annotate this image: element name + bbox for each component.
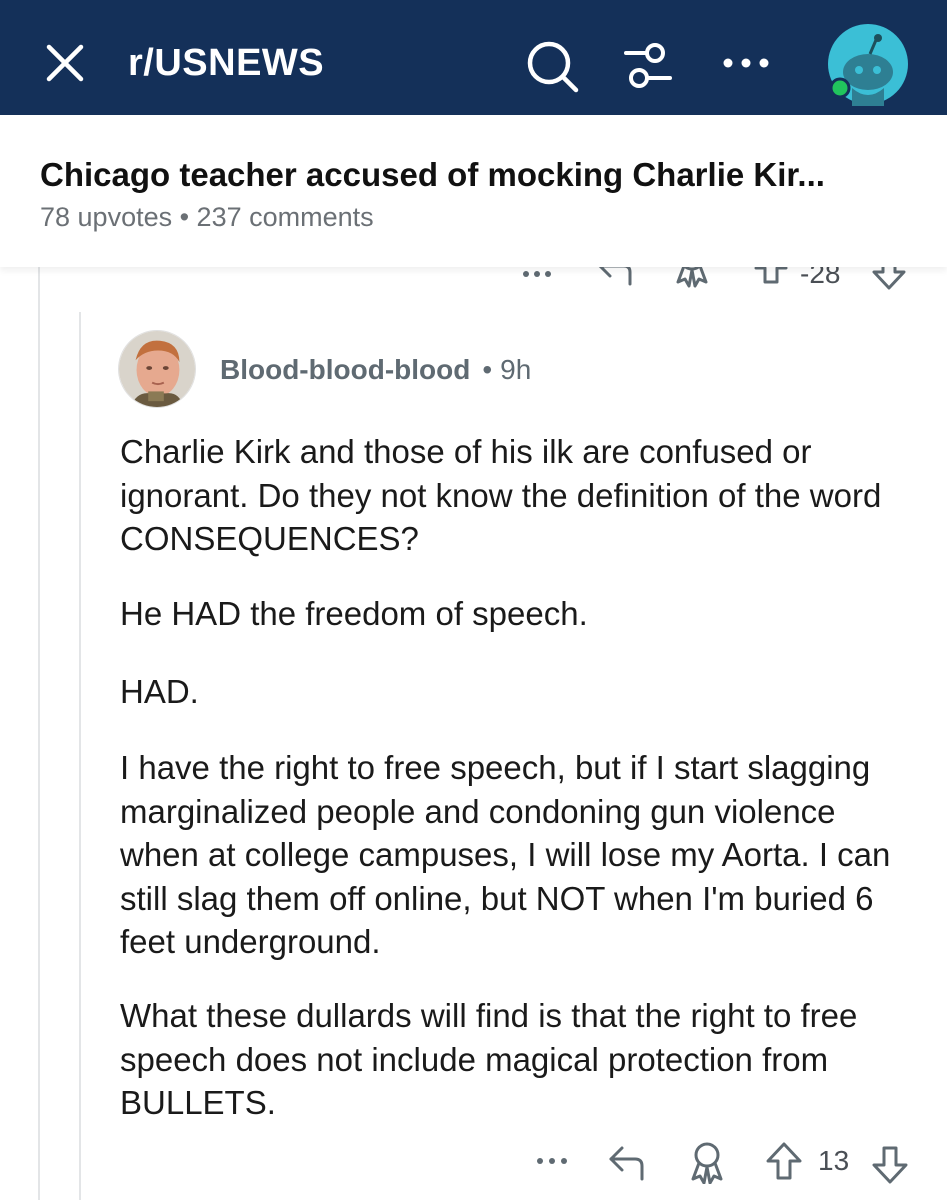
comment-age: 9h	[500, 354, 532, 385]
close-icon[interactable]	[42, 40, 88, 86]
subreddit-name[interactable]: r/USNEWS	[128, 38, 324, 88]
comment-paragraph: Charlie Kirk and those of his ilk are co…	[120, 433, 882, 557]
comment-meta: Blood-blood-blood • 9h	[220, 352, 531, 388]
thread-line-inner[interactable]	[79, 312, 81, 1200]
user-avatar-icon[interactable]	[826, 22, 910, 106]
post-header[interactable]: Chicago teacher accused of mocking Charl…	[0, 115, 947, 267]
more-icon[interactable]	[718, 40, 774, 86]
filter-icon[interactable]	[620, 38, 676, 94]
search-icon[interactable]	[524, 38, 580, 94]
comment-paragraph: I have the right to free speech, but if …	[120, 749, 891, 960]
comment-paragraph: What these dullards will find is that th…	[120, 997, 858, 1121]
downvote-icon[interactable]	[870, 1142, 910, 1186]
comment-paragraph: HAD.	[120, 673, 199, 710]
commenter-avatar[interactable]	[118, 330, 196, 408]
meta-separator: •	[482, 354, 493, 385]
comment-paragraph: He HAD the freedom of speech.	[120, 595, 588, 632]
comment-vote-count: 13	[818, 1145, 850, 1176]
reply-icon[interactable]	[606, 1142, 648, 1184]
post-meta: 78 upvotes • 237 comments	[40, 202, 374, 232]
thread-line-outer[interactable]	[38, 267, 40, 1200]
more-icon[interactable]	[534, 1146, 570, 1176]
post-title[interactable]: Chicago teacher accused of mocking Charl…	[40, 153, 825, 197]
award-icon[interactable]	[686, 1140, 728, 1184]
comment-author[interactable]: Blood-blood-blood	[220, 354, 470, 385]
top-nav-bar: r/USNEWS	[0, 0, 947, 115]
comment-actions	[0, 1138, 947, 1188]
upvote-icon[interactable]	[764, 1140, 804, 1184]
